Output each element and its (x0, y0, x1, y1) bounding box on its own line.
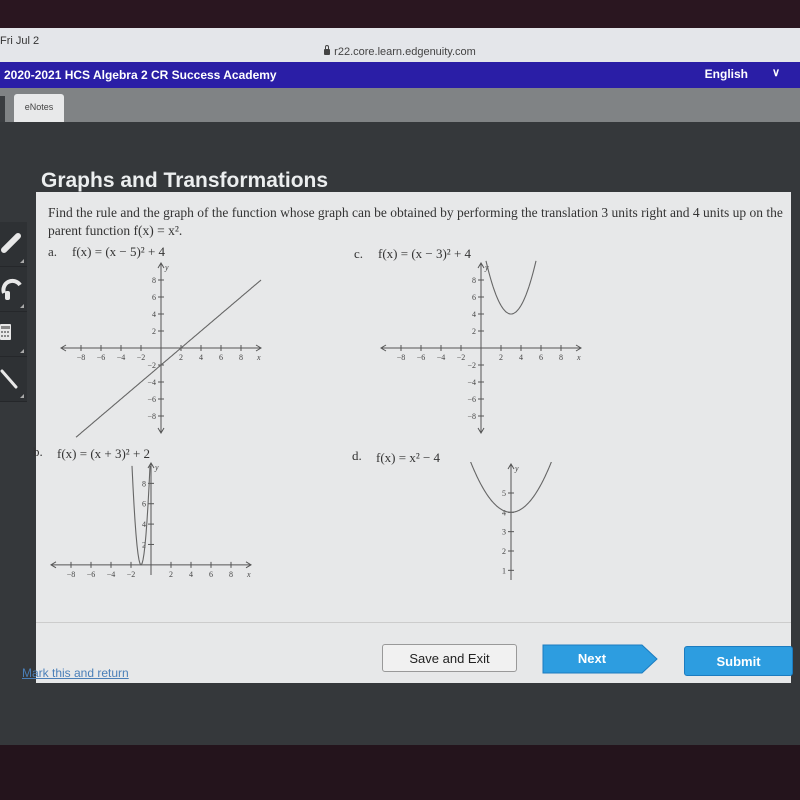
option-c-graph[interactable]: −8 −6 −4 −2 2 4 6 8 x 8 6 4 2 −2 −4 −6 −8 y (376, 258, 586, 438)
x-tick-label: 8 (239, 353, 243, 362)
tool-audio[interactable] (0, 267, 27, 312)
x-tick-label: −6 (97, 353, 106, 362)
tool-highlighter[interactable] (0, 357, 27, 402)
tab-enotes[interactable]: eNotes (14, 94, 64, 122)
x-tick-label: −8 (67, 570, 76, 578)
x-tick-label: 8 (559, 353, 563, 362)
y-tick-label: −6 (467, 395, 476, 404)
tab-edge (0, 96, 5, 122)
x-tick-label: −4 (437, 353, 446, 362)
y-tick-label: 6 (152, 293, 156, 302)
browser-bar: Fri Jul 2 r22.core.learn.edgenuity.com (0, 28, 800, 62)
series-graph (485, 260, 537, 315)
x-axis-label: x (256, 353, 261, 362)
save-and-exit-button[interactable]: Save and Exit (382, 644, 517, 672)
y-tick-label: 8 (142, 479, 146, 488)
option-d-graph[interactable]: 54321y (456, 462, 566, 582)
x-tick-label: −8 (77, 353, 86, 362)
y-tick-label: 8 (472, 276, 476, 285)
x-tick-label: −2 (457, 353, 466, 362)
y-tick-label: 1 (502, 566, 506, 575)
language-select[interactable]: English (705, 67, 748, 81)
x-tick-label: 4 (189, 570, 193, 578)
mark-and-return-link[interactable]: Mark this and return (22, 666, 129, 680)
y-tick-label: −8 (467, 412, 476, 421)
y-tick-label: −4 (147, 378, 156, 387)
y-tick-label: −2 (467, 361, 476, 370)
x-tick-label: 4 (519, 353, 523, 362)
x-tick-label: 8 (229, 570, 233, 578)
y-tick-label: 4 (142, 520, 146, 529)
option-c-letter[interactable]: c. (354, 246, 363, 262)
y-tick-label: −8 (147, 412, 156, 421)
option-a-graph[interactable]: −8 −6 −4 −2 2 4 6 8 x 8 6 4 2 −2 −4 −6 −8 y (56, 258, 266, 438)
option-b-letter[interactable]: b. (33, 444, 43, 460)
y-tick-label: 4 (472, 310, 476, 319)
tool-sidebar (0, 222, 27, 402)
tool-corner (20, 394, 24, 398)
y-tick-label: −4 (467, 378, 476, 387)
x-tick-label: 4 (199, 353, 203, 362)
graph-c: −8 −6 −4 −2 2 4 6 8 x8642−2−4−6−8y (380, 260, 582, 434)
y-axis-label: y (514, 464, 519, 473)
y-tick-label: 5 (502, 489, 506, 498)
course-bar: 2020-2021 HCS Algebra 2 CR Success Acade… (0, 62, 800, 88)
next-button[interactable]: Next (542, 644, 658, 674)
x-tick-label: 6 (209, 570, 213, 578)
option-b-graph[interactable]: −8 −6 −4 −2 2 4 6 8 x 8 6 4 2 y (46, 458, 256, 578)
y-tick-label: 4 (152, 310, 156, 319)
tool-corner (20, 259, 24, 263)
y-tick-label: 3 (502, 528, 506, 537)
graph-b: −8 −6 −4 −2 2 4 6 8 x8642y (50, 462, 252, 578)
question-panel: Find the rule and the graph of the funct… (33, 192, 791, 622)
tool-calculator[interactable] (0, 312, 27, 357)
y-tick-label: 6 (472, 293, 476, 302)
next-label: Next (577, 651, 607, 666)
tab-bar: eNotes (0, 88, 800, 122)
x-tick-label: −4 (107, 570, 116, 578)
x-tick-label: −4 (117, 353, 126, 362)
y-axis-label: y (164, 263, 169, 272)
x-tick-label: 6 (539, 353, 543, 362)
y-tick-label: 2 (472, 327, 476, 336)
y-tick-label: 2 (502, 547, 506, 556)
x-axis-label: x (246, 570, 251, 578)
graph-d: 54321y (470, 462, 552, 580)
y-tick-label: 8 (152, 276, 156, 285)
series-graph (131, 465, 151, 566)
x-tick-label: 2 (179, 353, 183, 362)
graph-a: −8 −6 −4 −2 2 4 6 8 x 8 6 4 2 −2 −4 −6 −8 y (60, 262, 262, 438)
y-tick-label: 2 (152, 327, 156, 336)
page-title: Graphs and Transformations (41, 169, 329, 192)
x-tick-label: −2 (127, 570, 136, 578)
option-d-letter[interactable]: d. (352, 448, 362, 464)
x-tick-label: −2 (137, 353, 146, 362)
course-title: 2020-2021 HCS Algebra 2 CR Success Acade… (4, 68, 277, 82)
tool-corner (20, 304, 24, 308)
y-tick-label: −2 (147, 361, 156, 370)
tool-pencil[interactable] (0, 222, 27, 267)
device-screen: Fri Jul 2 r22.core.learn.edgenuity.com 2… (0, 28, 800, 780)
x-tick-label: −6 (417, 353, 426, 362)
y-tick-label: 6 (142, 500, 146, 509)
x-tick-label: −6 (87, 570, 96, 578)
y-tick-label: −6 (147, 395, 156, 404)
address-bar[interactable]: r22.core.learn.edgenuity.com (0, 45, 800, 58)
x-tick-label: 2 (499, 353, 503, 362)
y-axis-label: y (154, 463, 159, 472)
chevron-down-icon[interactable]: ∨ (772, 66, 780, 79)
x-tick-label: −8 (397, 353, 406, 362)
lock-icon (324, 45, 331, 55)
submit-button[interactable]: Submit (684, 646, 793, 676)
question-text: Find the rule and the graph of the funct… (48, 205, 783, 238)
x-tick-label: 2 (169, 570, 173, 578)
x-tick-label: 6 (219, 353, 223, 362)
x-axis-label: x (576, 353, 581, 362)
option-d-equation[interactable]: f(x) = x² − 4 (376, 450, 440, 466)
url-text: r22.core.learn.edgenuity.com (334, 46, 476, 58)
tool-corner (20, 349, 24, 353)
device-bezel (0, 745, 800, 800)
